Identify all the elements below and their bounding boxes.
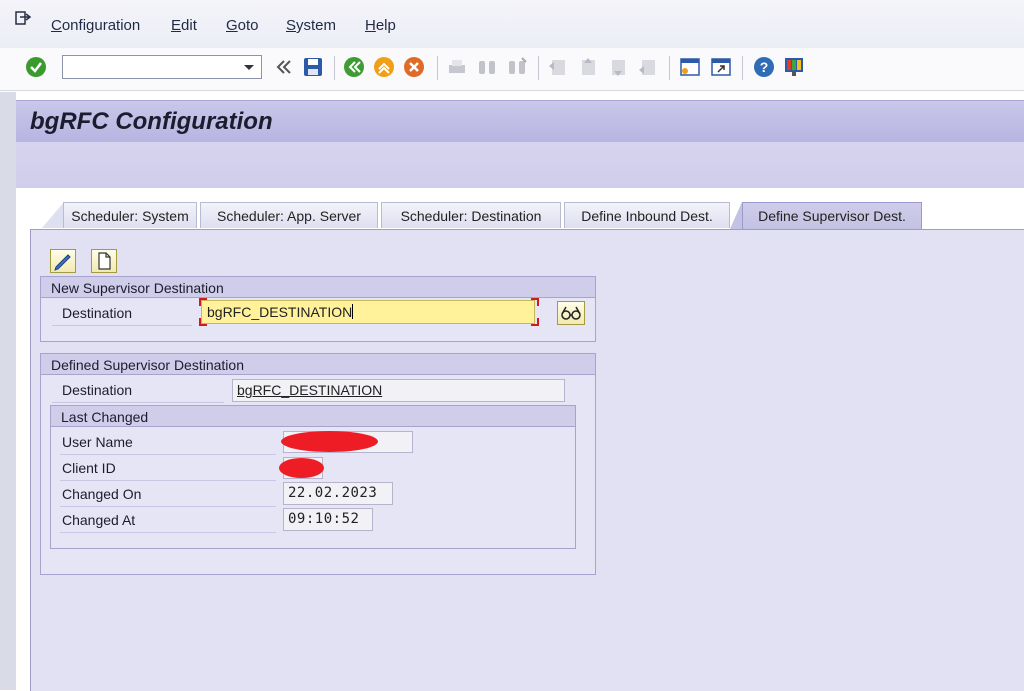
customize-layout-icon[interactable]	[783, 56, 805, 78]
application-toolbar	[16, 142, 1024, 188]
help-icon[interactable]: ?	[753, 56, 775, 78]
redaction-mark	[279, 458, 324, 478]
previous-page-icon[interactable]	[577, 56, 599, 78]
toolbar-separator	[742, 56, 743, 80]
menu-system[interactable]: System	[286, 17, 336, 34]
menu-edit[interactable]: Edit	[171, 17, 197, 34]
back-icon[interactable]	[343, 56, 365, 78]
required-marker	[531, 298, 539, 306]
tab-define-supervisor-dest[interactable]: Define Supervisor Dest.	[742, 202, 922, 229]
find-next-icon[interactable]	[506, 56, 528, 78]
last-changed-header: Last Changed	[51, 406, 575, 427]
row-divider	[60, 480, 276, 481]
changed-at-field[interactable]: 09:10:52	[283, 508, 373, 531]
defined-destination-field[interactable]: bgRFC_DESTINATION	[232, 379, 565, 402]
toolbar-separator	[334, 56, 335, 80]
destination-label: Destination	[62, 382, 133, 398]
row-divider	[52, 325, 192, 326]
first-page-icon[interactable]	[547, 56, 569, 78]
client-id-label: Client ID	[62, 460, 116, 476]
changed-on-label: Changed On	[62, 486, 142, 502]
cancel-icon[interactable]	[403, 56, 425, 78]
changed-at-label: Changed At	[62, 512, 136, 528]
exit-icon[interactable]	[373, 56, 395, 78]
tab-scheduler-app-server[interactable]: Scheduler: App. Server	[200, 202, 378, 228]
text-cursor	[352, 304, 354, 319]
new-document-button[interactable]	[91, 249, 117, 273]
toolbar-separator	[669, 56, 670, 80]
create-session-icon[interactable]	[679, 56, 701, 78]
next-page-icon[interactable]	[607, 56, 629, 78]
value-help-button[interactable]	[557, 301, 585, 325]
blank-document-icon	[98, 252, 111, 270]
tab-scheduler-system[interactable]: Scheduler: System	[63, 202, 197, 228]
required-marker	[199, 318, 207, 326]
print-icon[interactable]	[446, 56, 468, 78]
destination-label: Destination	[62, 305, 133, 321]
new-supervisor-destination-header: New Supervisor Destination	[41, 277, 595, 298]
destination-input-value: bgRFC_DESTINATION	[207, 304, 353, 320]
active-tab-corner	[730, 202, 742, 229]
svg-text:?: ?	[760, 59, 769, 75]
enter-check-icon[interactable]	[25, 56, 47, 78]
shortcut-icon[interactable]	[710, 56, 732, 78]
required-marker	[531, 318, 539, 326]
pencil-icon	[54, 254, 71, 271]
save-icon[interactable]	[302, 56, 324, 78]
menu-configuration[interactable]: Configuration	[51, 17, 140, 34]
menu-goto[interactable]: Goto	[226, 17, 259, 34]
toolbar-separator	[538, 56, 539, 80]
left-frame	[0, 92, 16, 690]
menu-help[interactable]: Help	[365, 17, 396, 34]
chevron-down-icon[interactable]	[240, 58, 258, 76]
glasses-search-icon	[561, 306, 581, 320]
edit-button[interactable]	[50, 249, 76, 273]
row-divider	[60, 506, 276, 507]
command-field[interactable]	[62, 55, 262, 79]
system-menu-icon[interactable]	[14, 10, 32, 28]
menu-bar	[0, 0, 1024, 48]
find-icon[interactable]	[476, 56, 498, 78]
user-name-label: User Name	[62, 434, 133, 450]
row-divider	[60, 532, 276, 533]
defined-supervisor-destination-header: Defined Supervisor Destination	[41, 354, 595, 375]
double-chevron-left-icon[interactable]	[273, 56, 295, 78]
last-page-icon[interactable]	[637, 56, 659, 78]
row-divider	[52, 402, 224, 403]
toolbar-separator	[437, 56, 438, 80]
required-marker	[199, 298, 207, 306]
tab-define-inbound-dest[interactable]: Define Inbound Dest.	[564, 202, 730, 228]
tab-scheduler-destination[interactable]: Scheduler: Destination	[381, 202, 561, 228]
page-title: bgRFC Configuration	[30, 108, 273, 135]
destination-input[interactable]: bgRFC_DESTINATION	[201, 300, 535, 324]
changed-on-field[interactable]: 22.02.2023	[283, 482, 393, 505]
redaction-mark	[281, 431, 378, 452]
row-divider	[60, 454, 276, 455]
tab-strip-corner	[42, 202, 64, 228]
